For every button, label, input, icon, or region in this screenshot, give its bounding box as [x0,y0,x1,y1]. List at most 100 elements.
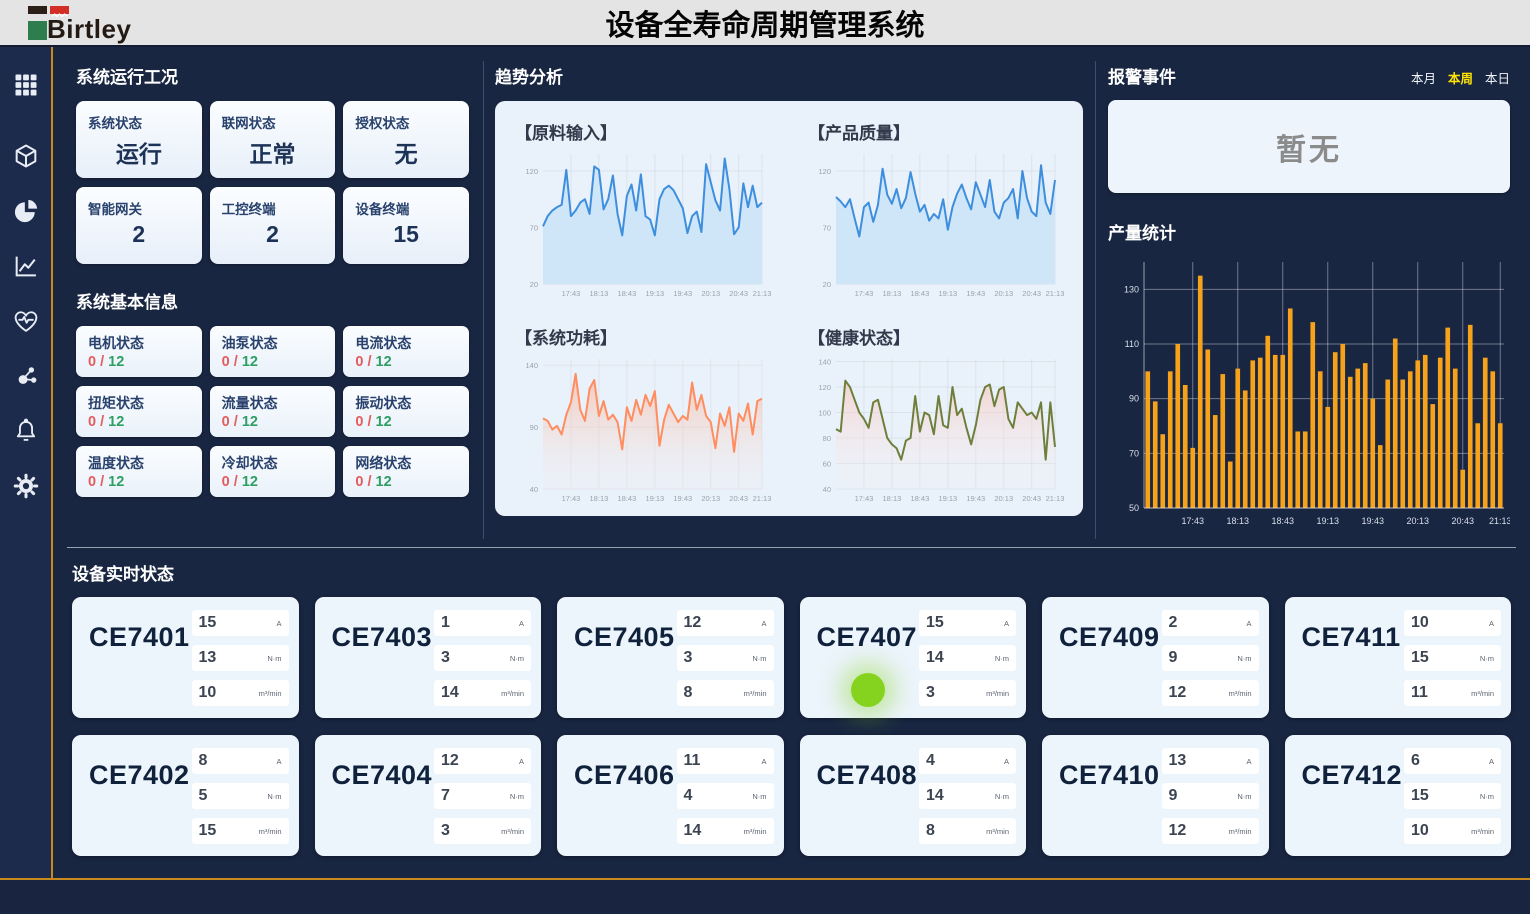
device-card-ce7405[interactable]: CE7405 12A 3N·m 8m³/min [557,597,784,718]
sidebar [0,47,53,878]
svg-text:120: 120 [525,167,538,176]
tab-this-month[interactable]: 本月 [1411,68,1436,87]
svg-text:70: 70 [530,223,538,232]
production-title: 产量统计 [1108,219,1510,244]
svg-text:18:13: 18:13 [590,494,609,503]
svg-text:19:13: 19:13 [938,289,957,298]
svg-text:20:43: 20:43 [1022,494,1041,503]
device-card-ce7407[interactable]: CE7407 15A 14N·m 3m³/min [800,597,1027,718]
logo: Birtley [28,6,131,40]
chart-title: 【健康状态】 [808,324,1065,349]
device-card-ce7406[interactable]: CE7406 11A 4N·m 14m³/min [557,735,784,856]
svg-text:19:13: 19:13 [645,494,664,503]
tab-today[interactable]: 本日 [1485,68,1510,87]
device-metric-row: 12A [434,748,531,774]
chart-block-power-usage: 【系统功耗】 409014017:4318:1318:4319:1319:432… [513,312,772,513]
svg-text:20:13: 20:13 [701,494,720,503]
alarm-period-tabs: 本月 本周 本日 [1411,68,1510,87]
svg-text:21:13: 21:13 [753,494,772,503]
device-metric-row: 11A [677,748,774,774]
svg-text:18:13: 18:13 [590,289,609,298]
device-metric-row: 4A [919,748,1016,774]
device-metric-row: 7N·m [434,783,531,809]
device-metric-row: 13A [1162,748,1259,774]
alarm-title: 报警事件 [1108,63,1176,88]
health-pulse-icon[interactable] [12,307,40,335]
pie-chart-icon[interactable] [12,197,40,225]
svg-text:19:13: 19:13 [645,289,664,298]
devices-grid: CE7401 15A 13N·m 10m³/min CE7403 1A 3N·m… [63,597,1520,856]
svg-text:19:13: 19:13 [1316,516,1339,526]
status-card: 设备终端15 [343,187,469,264]
svg-text:17:43: 17:43 [855,494,874,503]
production-bar-chart: 50709011013017:4318:1318:4319:1319:4320:… [1108,252,1510,528]
system-status-grid: 系统状态运行 联网状态正常 授权状态无 智能网关2 工控终端2 设备终端15 [76,101,469,264]
device-metric-row: 15A [192,610,289,636]
device-card-ce7412[interactable]: CE7412 6A 15N·m 10m³/min [1285,735,1512,856]
svg-text:90: 90 [1129,394,1139,404]
device-metric-row: 14N·m [919,783,1016,809]
device-metric-row: 10m³/min [192,680,289,706]
svg-text:120: 120 [818,167,831,176]
info-card: 网络状态0 / 12 [343,446,469,497]
svg-text:21:13: 21:13 [1046,494,1065,503]
device-card-ce7404[interactable]: CE7404 12A 7N·m 3m³/min [315,735,542,856]
bell-icon[interactable] [12,417,40,445]
device-metric-row: 8m³/min [919,818,1016,844]
device-card-ce7409[interactable]: CE7409 2A 9N·m 12m³/min [1042,597,1269,718]
tab-this-week[interactable]: 本周 [1448,68,1473,87]
info-card: 电流状态0 / 12 [343,326,469,377]
device-metric-row: 2A [1162,610,1259,636]
svg-text:21:13: 21:13 [1046,289,1065,298]
device-metric-row: 3N·m [677,645,774,671]
svg-text:18:43: 18:43 [1271,516,1294,526]
device-metric-row: 13N·m [192,645,289,671]
device-card-ce7401[interactable]: CE7401 15A 13N·m 10m³/min [72,597,299,718]
svg-text:110: 110 [1125,339,1139,349]
device-metric-row: 9N·m [1162,783,1259,809]
chart-block-product-quality: 【产品质量】 207012017:4318:1318:4319:1319:432… [806,107,1065,308]
material-input-chart: 207012017:4318:1318:4319:1319:4320:1320:… [513,148,772,300]
devices-title: 设备实时状态 [72,560,1520,585]
device-metric-row: 14N·m [919,645,1016,671]
device-metric-row: 3N·m [434,645,531,671]
logo-mark-green [28,21,47,40]
alarm-empty-text: 暂无 [1276,125,1342,169]
device-card-ce7403[interactable]: CE7403 1A 3N·m 14m³/min [315,597,542,718]
device-metric-row: 3m³/min [919,680,1016,706]
system-info-title: 系统基本信息 [76,288,469,313]
svg-text:19:43: 19:43 [1361,516,1384,526]
info-card: 冷却状态0 / 12 [210,446,336,497]
svg-text:20:43: 20:43 [729,494,748,503]
svg-text:60: 60 [823,459,831,468]
svg-text:19:43: 19:43 [673,289,692,298]
app-header: Birtley 设备全寿命周期管理系统 [0,0,1530,47]
health-status-chart: 40608010012014017:4318:1318:4319:1319:43… [806,353,1065,505]
device-metric-row: 8m³/min [677,680,774,706]
device-card-ce7408[interactable]: CE7408 4A 14N·m 8m³/min [800,735,1027,856]
device-card-ce7402[interactable]: CE7402 8A 5N·m 15m³/min [72,735,299,856]
svg-text:19:43: 19:43 [966,494,985,503]
device-card-ce7410[interactable]: CE7410 13A 9N·m 12m³/min [1042,735,1269,856]
svg-text:80: 80 [823,434,831,443]
apps-grid-icon[interactable] [12,71,40,99]
svg-text:70: 70 [823,223,831,232]
device-card-ce7411[interactable]: CE7411 10A 15N·m 11m³/min [1285,597,1512,718]
svg-text:19:13: 19:13 [938,494,957,503]
device-metric-row: 12A [677,610,774,636]
info-card: 温度状态0 / 12 [76,446,202,497]
svg-text:20:43: 20:43 [729,289,748,298]
cube-3d-icon[interactable] [12,142,40,170]
panel-system-status: 系统运行工况 系统状态运行 联网状态正常 授权状态无 智能网关2 工控终端2 设… [63,47,483,539]
trend-title: 趋势分析 [495,63,1083,88]
device-metric-row: 14m³/min [434,680,531,706]
logo-mark-red [50,6,69,14]
svg-text:18:13: 18:13 [883,494,902,503]
line-chart-icon[interactable] [12,252,40,280]
settings-gear-icon[interactable] [12,472,40,500]
molecule-icon[interactable] [12,362,40,390]
chart-title: 【产品质量】 [808,119,1065,144]
chart-block-material-input: 【原料输入】 207012017:4318:1318:4319:1319:432… [513,107,772,308]
svg-text:90: 90 [530,423,538,432]
status-card: 工控终端2 [210,187,336,264]
